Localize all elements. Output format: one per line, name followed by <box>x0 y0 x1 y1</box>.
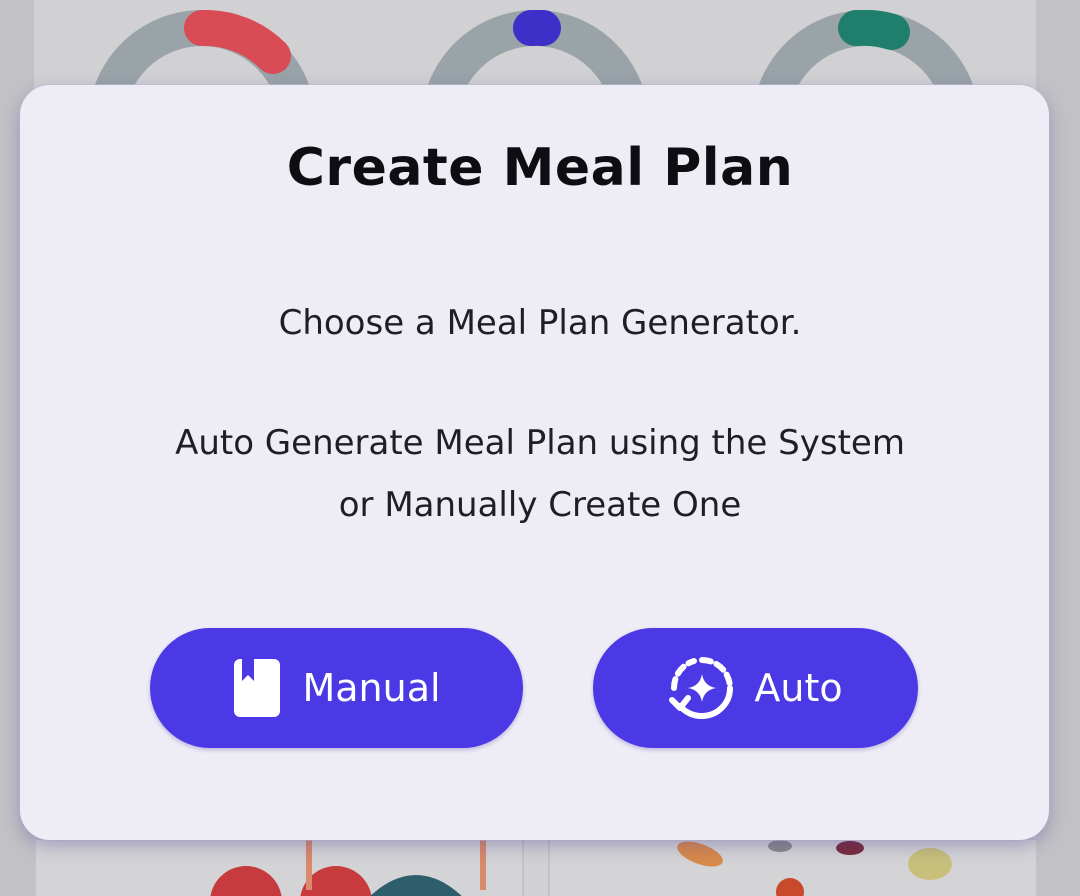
background-card-left <box>34 838 524 896</box>
auto-button-label: Auto <box>754 666 843 710</box>
manual-button[interactable]: Manual <box>150 628 523 748</box>
dialog-message-line-2: Auto Generate Meal Plan using the System <box>175 423 905 463</box>
auto-sparkle-icon <box>668 654 736 722</box>
dialog-message-line-3: or Manually Create One <box>338 485 742 525</box>
person-illustration <box>210 840 486 896</box>
vegetables-illustration <box>677 840 952 896</box>
dialog-title: Create Meal Plan <box>286 138 794 198</box>
auto-button[interactable]: Auto <box>593 628 918 748</box>
background-card-right <box>548 838 1038 896</box>
book-icon <box>232 657 284 719</box>
dialog-message-line-1: Choose a Meal Plan Generator. <box>278 303 802 343</box>
manual-button-label: Manual <box>302 666 441 710</box>
